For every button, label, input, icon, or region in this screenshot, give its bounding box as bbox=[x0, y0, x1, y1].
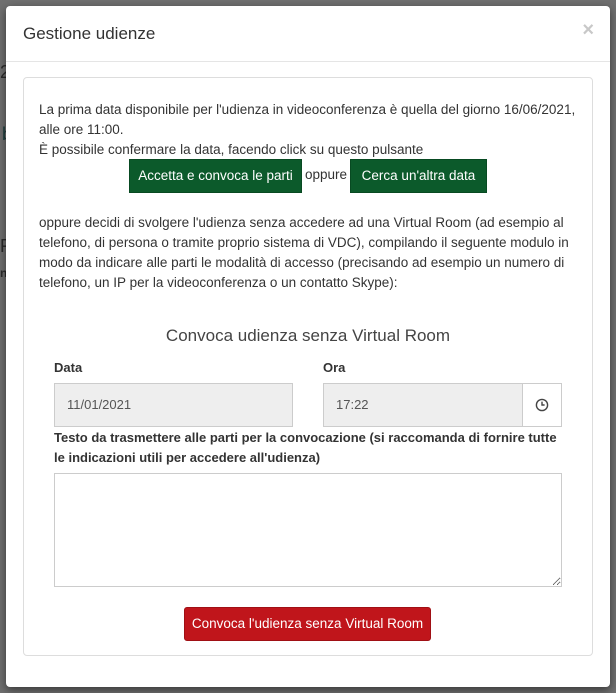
alternative-text-line-3: modo da indicare alle parti le modalità … bbox=[39, 255, 565, 270]
intro-text-line-3: È possibile confermare la data, facendo … bbox=[39, 142, 424, 157]
intro-text-line-1: La prima data disponibile per l'udienza … bbox=[39, 102, 576, 117]
message-textarea[interactable] bbox=[54, 473, 562, 587]
search-other-date-button[interactable]: Cerca un'altra data bbox=[350, 159, 487, 193]
time-label: Ora bbox=[323, 360, 346, 375]
convoke-without-virtual-room-button[interactable]: Convoca l'udienza senza Virtual Room bbox=[184, 607, 431, 641]
alternative-text-line-2: telefono, di persona o tramite proprio s… bbox=[39, 235, 569, 250]
content-panel: La prima data disponibile per l'udienza … bbox=[23, 77, 593, 656]
accept-and-convoke-button[interactable]: Accetta e convoca le parti bbox=[129, 159, 302, 193]
clock-icon bbox=[535, 398, 549, 417]
alternative-text-line-1: oppure decidi di svolgere l'udienza senz… bbox=[39, 215, 564, 230]
modal-header: Gestione udienze × bbox=[6, 6, 610, 62]
or-text: oppure bbox=[305, 167, 348, 182]
gestione-udienze-modal: Gestione udienze × La prima data disponi… bbox=[6, 6, 610, 687]
alternative-text-line-4: telefono, un IP per la videoconferenza o… bbox=[39, 275, 398, 290]
date-input[interactable]: 11/01/2021 bbox=[54, 383, 293, 427]
form-title: Convoca udienza senza Virtual Room bbox=[165, 326, 451, 345]
message-label-line-2: le indicazioni utili per accedere all'ud… bbox=[54, 450, 321, 465]
close-icon[interactable]: × bbox=[582, 20, 594, 40]
time-input[interactable]: 17:22 bbox=[323, 383, 523, 427]
modal-title: Gestione udienze bbox=[23, 24, 156, 43]
date-label: Data bbox=[54, 360, 83, 375]
time-picker-button[interactable] bbox=[522, 383, 562, 427]
message-label-line-1: Testo da trasmettere alle parti per la c… bbox=[54, 430, 557, 445]
intro-text-line-2: alle ore 11:00. bbox=[39, 122, 124, 137]
